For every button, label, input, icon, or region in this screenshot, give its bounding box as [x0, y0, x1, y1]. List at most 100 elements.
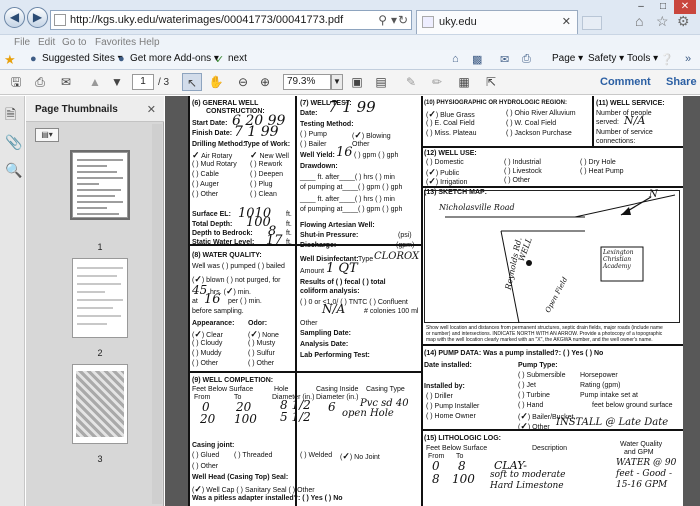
tools-menu[interactable]: Tools ▾: [627, 53, 658, 64]
amount-value: 1 QT: [326, 261, 358, 276]
new-tab-button[interactable]: [582, 16, 602, 30]
search-icon[interactable]: ⚲: [378, 13, 387, 27]
page-up-icon[interactable]: ▲: [86, 73, 104, 91]
address-bar[interactable]: http://kgs.uky.edu/waterimages/00041773/…: [50, 10, 412, 30]
casing-inside-label: Casing Inside: [316, 386, 359, 393]
navigation-rail: 🗎 📎 🔍: [0, 96, 25, 506]
tab-title: uky.edu: [439, 16, 477, 28]
wq-gpm: per ( ) min.: [228, 298, 262, 305]
no-joint-option: (✓) No Joint: [340, 452, 380, 462]
suggested-sites-link[interactable]: Suggested Sites ▾: [42, 53, 123, 64]
save-icon[interactable]: 🖫: [6, 73, 26, 91]
page-thumbnails-icon[interactable]: 🗎: [5, 104, 16, 128]
print-icon[interactable]: ⎙: [522, 53, 531, 66]
litho-r2-to: 100: [452, 472, 475, 486]
email-icon[interactable]: ✉: [56, 73, 76, 91]
dropdown-icon[interactable]: ▾: [391, 13, 397, 27]
feeds-icon[interactable]: ▩: [472, 53, 482, 66]
wellhead-label: Well Head (Casing Top) Seal:: [192, 474, 289, 481]
casing-joint-label: Casing joint:: [192, 442, 235, 449]
thumbnail-options-button[interactable]: ▤▾: [35, 128, 59, 142]
thumbnail-page-3[interactable]: [72, 364, 128, 444]
find-binoculars-icon[interactable]: 🔍: [5, 162, 22, 179]
drawdown-4: of pumping at____( ) gpm ( ) gph: [300, 206, 403, 213]
menu-goto[interactable]: Go to: [62, 37, 86, 48]
deepen-option: ( ) Deepen: [250, 171, 284, 178]
drawdown-2: of pumping at____( ) gpm ( ) gph: [300, 184, 403, 191]
print-icon[interactable]: ⎙: [30, 73, 50, 91]
zoom-input[interactable]: 79.3%: [283, 74, 331, 90]
close-pane-icon[interactable]: ✕: [147, 103, 156, 116]
thumbnail-scrollbar[interactable]: [152, 124, 162, 504]
zoom-dropdown-icon[interactable]: ▼: [331, 74, 343, 90]
service-connections: connections:: [596, 138, 636, 145]
forward-arrow-icon[interactable]: ▶: [27, 7, 48, 28]
litho-r2-from: 8: [432, 472, 440, 486]
menu-favorites[interactable]: Favorites: [95, 37, 136, 48]
comment-button[interactable]: Comment: [600, 76, 651, 88]
url-text[interactable]: http://kgs.uky.edu/waterimages/00041773/…: [70, 14, 343, 26]
settings-gear-icon[interactable]: ⚙: [677, 13, 690, 30]
favorites-star-icon[interactable]: ☆: [656, 13, 669, 30]
full-screen-icon[interactable]: ⇱: [482, 73, 500, 91]
home-page-icon[interactable]: ⌂: [452, 53, 459, 65]
service-served: served:: [596, 119, 619, 126]
share-button[interactable]: Share: [666, 76, 697, 88]
favorites-star-icon[interactable]: ★: [4, 52, 16, 68]
addons-link[interactable]: Get more Add-ons ▾: [130, 53, 219, 64]
sign-icon[interactable]: ✎: [402, 73, 420, 91]
fit-width-icon[interactable]: ▤: [372, 73, 390, 91]
home-icon[interactable]: ⌂: [635, 13, 643, 29]
swl-value: 17: [266, 233, 283, 248]
litho-header: (15) LITHOLOGIC LOG:: [424, 435, 501, 442]
pdf-page[interactable]: (6) GENERAL WELL CONSTRUCTION: Start Dat…: [188, 96, 683, 506]
hand-tool-icon[interactable]: ✋: [206, 73, 226, 91]
page-menu[interactable]: Page ▾: [552, 53, 583, 64]
coliform-1: Results of ( ) fecal ( ) total: [300, 279, 386, 286]
thumbnail-page-1[interactable]: [70, 150, 130, 220]
attachments-icon[interactable]: 📎: [5, 134, 22, 151]
help-icon[interactable]: ❔: [660, 53, 674, 66]
back-arrow-icon[interactable]: ◀: [4, 7, 25, 28]
fit-page-icon[interactable]: ▣: [348, 73, 366, 91]
pitless-label: Was a pitless adapter installed?: ( ) Ye…: [192, 495, 343, 502]
academy-label: Lexington Christian Academy: [603, 249, 634, 270]
page-number-input[interactable]: 1: [132, 74, 154, 90]
close-window-icon[interactable]: ✕: [674, 0, 696, 14]
maximize-icon[interactable]: □: [652, 0, 674, 14]
wq-before: before sampling.: [192, 308, 244, 315]
zoom-out-icon[interactable]: ⊖: [234, 73, 252, 91]
read-mode-icon[interactable]: ▦: [455, 73, 473, 91]
date-installed-label: Date installed:: [424, 362, 472, 369]
safety-menu[interactable]: Safety ▾: [588, 53, 624, 64]
irrigation-option: (✓) Irrigation: [426, 177, 468, 187]
edit-icon[interactable]: ✏: [428, 73, 446, 91]
menu-edit[interactable]: Edit: [38, 37, 55, 48]
close-tab-icon[interactable]: ✕: [562, 15, 571, 28]
page-down-icon[interactable]: ▼: [108, 73, 126, 91]
zoom-in-icon[interactable]: ⊕: [256, 73, 274, 91]
heat-pump-option: ( ) Heat Pump: [580, 168, 624, 175]
minimize-icon[interactable]: –: [630, 0, 652, 14]
test-date-label: Date:: [300, 110, 318, 117]
pump-header: (14) PUMP DATA: Was a pump installed?: (…: [424, 350, 604, 357]
thumbnail-label-3: 3: [97, 454, 103, 464]
drawdown-label: Drawdown:: [300, 163, 338, 170]
north-arrow-label: N: [649, 189, 658, 200]
colonies-label: # colonies 100 ml: [364, 308, 419, 315]
next-link[interactable]: next: [228, 53, 247, 64]
browser-tab[interactable]: uky.edu ✕: [416, 10, 578, 34]
thumbnail-page-2[interactable]: [72, 258, 128, 338]
select-cursor-icon[interactable]: ↖: [182, 73, 202, 91]
shutin-label: Shut-in Pressure:: [300, 232, 359, 239]
mail-icon[interactable]: ✉: [500, 53, 509, 66]
completion-r2-to: 100: [234, 412, 257, 426]
menu-file[interactable]: File: [14, 37, 30, 48]
blue-grass-option: (✓) Blue Grass: [426, 110, 475, 120]
menu-help[interactable]: Help: [139, 37, 160, 48]
more-icon[interactable]: »: [685, 53, 691, 65]
miss-plateau-option: ( ) Miss. Plateau: [426, 130, 477, 137]
feet-below-label: Feet Below Surface: [192, 386, 254, 393]
refresh-icon[interactable]: ↻: [398, 13, 408, 27]
psi-label: (psi): [398, 232, 412, 239]
